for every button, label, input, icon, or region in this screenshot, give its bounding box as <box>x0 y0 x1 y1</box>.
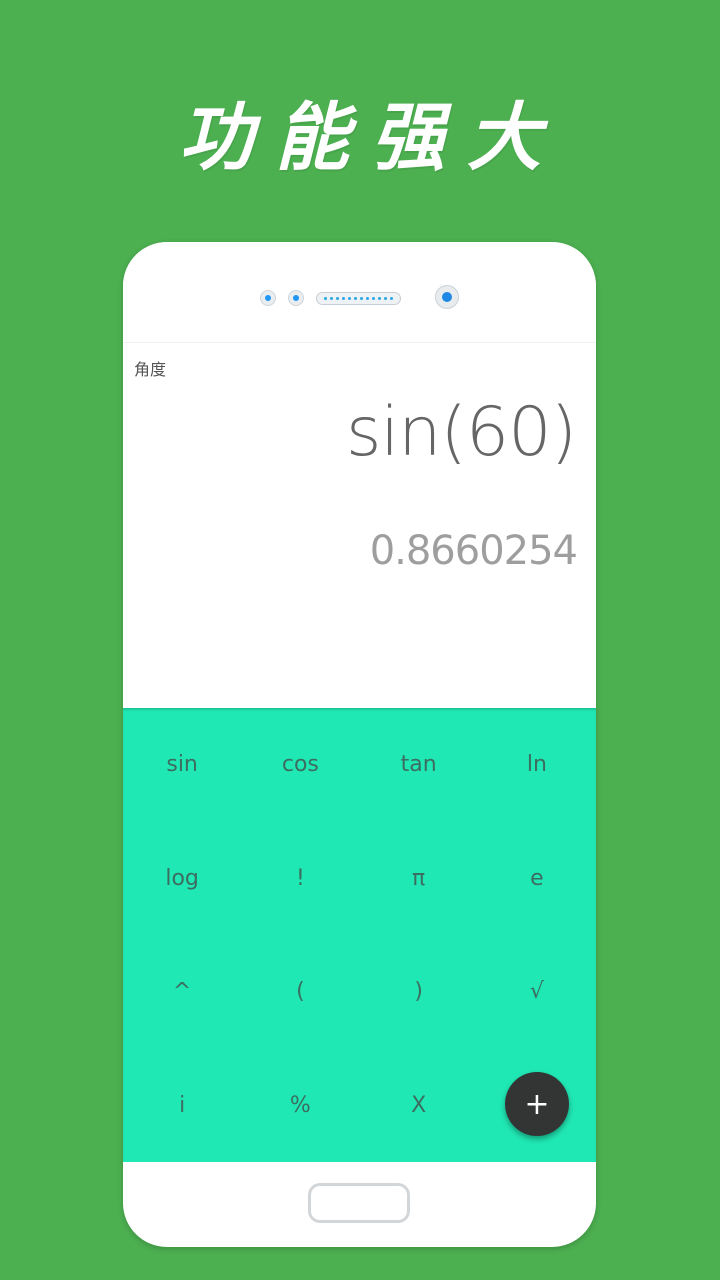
key-tan[interactable]: tan <box>360 708 478 822</box>
light-sensor-icon <box>288 290 304 306</box>
key-power[interactable]: ^ <box>123 935 241 1049</box>
home-button[interactable] <box>308 1183 410 1223</box>
phone-mockup: 角度 sin(60) 0.8660254 sin cos tan ln log! π e ^(… <box>123 242 596 1247</box>
key-factorial[interactable]: ! <box>241 822 359 936</box>
key-cos[interactable]: cos <box>241 708 359 822</box>
key-log[interactable]: log <box>123 822 241 936</box>
front-camera-icon <box>435 285 459 309</box>
key-i[interactable]: i <box>123 1049 241 1163</box>
plus-fab-button[interactable]: + <box>505 1072 569 1136</box>
earpiece-speaker-icon <box>316 292 401 305</box>
key-close-paren[interactable]: ) <box>360 935 478 1049</box>
key-open-paren[interactable]: ( <box>241 935 359 1049</box>
key-e[interactable]: e <box>478 822 596 936</box>
plus-icon: + <box>524 1086 550 1122</box>
headline: 功能强大 <box>179 95 563 181</box>
key-percent[interactable]: % <box>241 1049 359 1163</box>
calculator-screen: 角度 sin(60) 0.8660254 sin cos tan ln log! π e ^(… <box>123 342 596 1162</box>
scientific-keypad: sin cos tan ln log! π e ^() √ i% X + <box>123 708 596 1162</box>
key-sqrt[interactable]: √ <box>478 935 596 1049</box>
result-text: 0.8660254 <box>369 528 578 574</box>
key-ln[interactable]: ln <box>478 708 596 822</box>
key-pi[interactable]: π <box>360 822 478 936</box>
phone-top-bezel <box>123 242 596 342</box>
angle-mode-label[interactable]: 角度 <box>134 356 166 380</box>
key-sin[interactable]: sin <box>123 708 241 822</box>
key-x[interactable]: X <box>360 1049 478 1163</box>
expression-text: sin(60) <box>345 393 577 472</box>
calculator-display: 角度 sin(60) 0.8660254 <box>123 342 596 708</box>
proximity-sensor-icon <box>260 290 276 306</box>
